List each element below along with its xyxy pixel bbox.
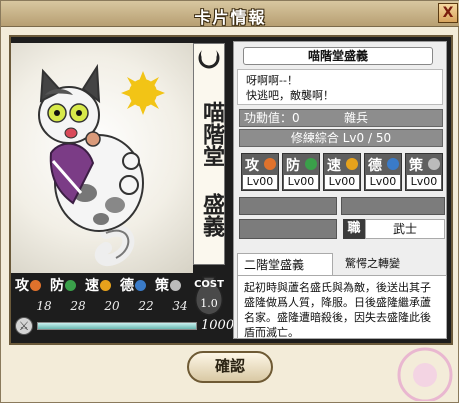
level-key: 策	[409, 158, 423, 174]
attack-icon	[264, 158, 276, 170]
level-defense: 防 Lv00	[282, 153, 320, 191]
card-stat-row: 攻 防 速 德 策	[15, 275, 191, 295]
skill-header: 二階堂盛義 驚愕之轉變	[237, 253, 447, 275]
job-label: 職	[343, 219, 365, 239]
attack-icon	[30, 279, 41, 291]
info-card-name: 喵階堂盛義	[243, 47, 433, 65]
card-name-vertical: 喵階堂 盛義	[199, 101, 225, 237]
cost-bag-icon	[195, 276, 223, 316]
hp-bar-fill	[38, 323, 196, 329]
stat-value-speed: 20	[104, 299, 120, 313]
level-value: Lv00	[366, 175, 400, 189]
hp-value: 1000	[201, 318, 235, 333]
rank-value: 雜兵	[344, 111, 369, 125]
merit-row: 功勳值：0 雜兵	[239, 109, 443, 127]
merit-label: 功勳值：0	[244, 111, 300, 125]
card-stat-values: 18 28 20 22 34	[15, 299, 191, 315]
stat-value-defense: 28	[70, 299, 86, 313]
title-bar: 卡片情報 X	[1, 1, 459, 27]
strategy-icon	[170, 279, 181, 291]
window-title: 卡片情報	[194, 8, 267, 27]
stat-value-strategy: 34	[172, 299, 188, 313]
defense-icon	[65, 279, 76, 291]
cost-value: 1.0	[200, 297, 218, 310]
stat-key: 攻	[15, 278, 29, 294]
stat-speed: 速	[85, 275, 120, 295]
quote-line-2: 快逃吧，敵襲啊！	[246, 89, 334, 102]
decorative-crest-pattern	[397, 347, 453, 401]
stat-value-attack: 18	[36, 299, 52, 313]
job-value: 武士	[365, 219, 445, 239]
training-value: Lv0 / 50	[342, 131, 392, 145]
speed-icon	[346, 158, 358, 170]
close-button[interactable]: X	[438, 3, 458, 23]
skill-name: 驚愕之轉變	[345, 257, 400, 270]
stat-key: 策	[155, 278, 169, 294]
stat-key: 防	[50, 278, 64, 294]
quote-box: 呀啊啊--！ 快逃吧，敵襲啊！	[237, 69, 443, 105]
level-key: 攻	[245, 158, 259, 174]
quote-line-1: 呀啊啊--！	[246, 74, 298, 87]
virtue-icon	[135, 279, 146, 291]
cost-label: COST	[194, 279, 224, 290]
confirm-button[interactable]: 確認	[187, 351, 273, 383]
stat-strategy: 策	[155, 275, 190, 295]
level-key: 德	[368, 158, 382, 174]
hp-bar	[37, 322, 197, 330]
stat-defense: 防	[50, 275, 85, 295]
stat-virtue: 德	[120, 275, 155, 295]
level-key: 速	[327, 158, 341, 174]
level-strategy: 策 Lv00	[405, 153, 443, 191]
empty-slot	[239, 219, 337, 239]
stat-key: 德	[120, 278, 134, 294]
stat-key: 速	[85, 278, 99, 294]
sun-icon	[121, 71, 165, 115]
training-row: 修練綜合 Lv0 / 50	[239, 129, 443, 147]
card-info-window: 卡片情報 X 喵階堂 盛義 COST 1.0 攻 防 速 德 策 18 28 2…	[0, 0, 459, 403]
skill-owner-tab[interactable]: 二階堂盛義	[237, 253, 333, 275]
card-description: 起初時與蘆名盛氏與為敵，後送出其子盛隆做爲人質，降服。日後盛隆繼承蘆名家。盛隆遭…	[237, 275, 447, 339]
speed-icon	[100, 279, 111, 291]
defense-icon	[305, 158, 317, 170]
crescent-crest-icon	[198, 46, 220, 69]
level-value: Lv00	[325, 175, 359, 189]
sword-icon: ⚔	[15, 317, 33, 335]
cat-character-illustration	[38, 63, 165, 267]
strategy-icon	[428, 158, 440, 170]
stat-attack: 攻	[15, 275, 50, 295]
level-attack: 攻 Lv00	[241, 153, 279, 191]
level-key: 防	[286, 158, 300, 174]
level-virtue: 德 Lv00	[364, 153, 402, 191]
level-speed: 速 Lv00	[323, 153, 361, 191]
training-label: 修練綜合	[290, 131, 339, 145]
stat-value-virtue: 22	[138, 299, 154, 313]
virtue-icon	[387, 158, 399, 170]
empty-slot	[239, 197, 337, 215]
level-value: Lv00	[243, 175, 277, 189]
hp-row: ⚔ 1000	[15, 317, 234, 337]
empty-slot	[341, 197, 445, 215]
level-value: Lv00	[284, 175, 318, 189]
level-value: Lv00	[407, 175, 441, 189]
cost-badge: COST 1.0	[191, 271, 227, 317]
